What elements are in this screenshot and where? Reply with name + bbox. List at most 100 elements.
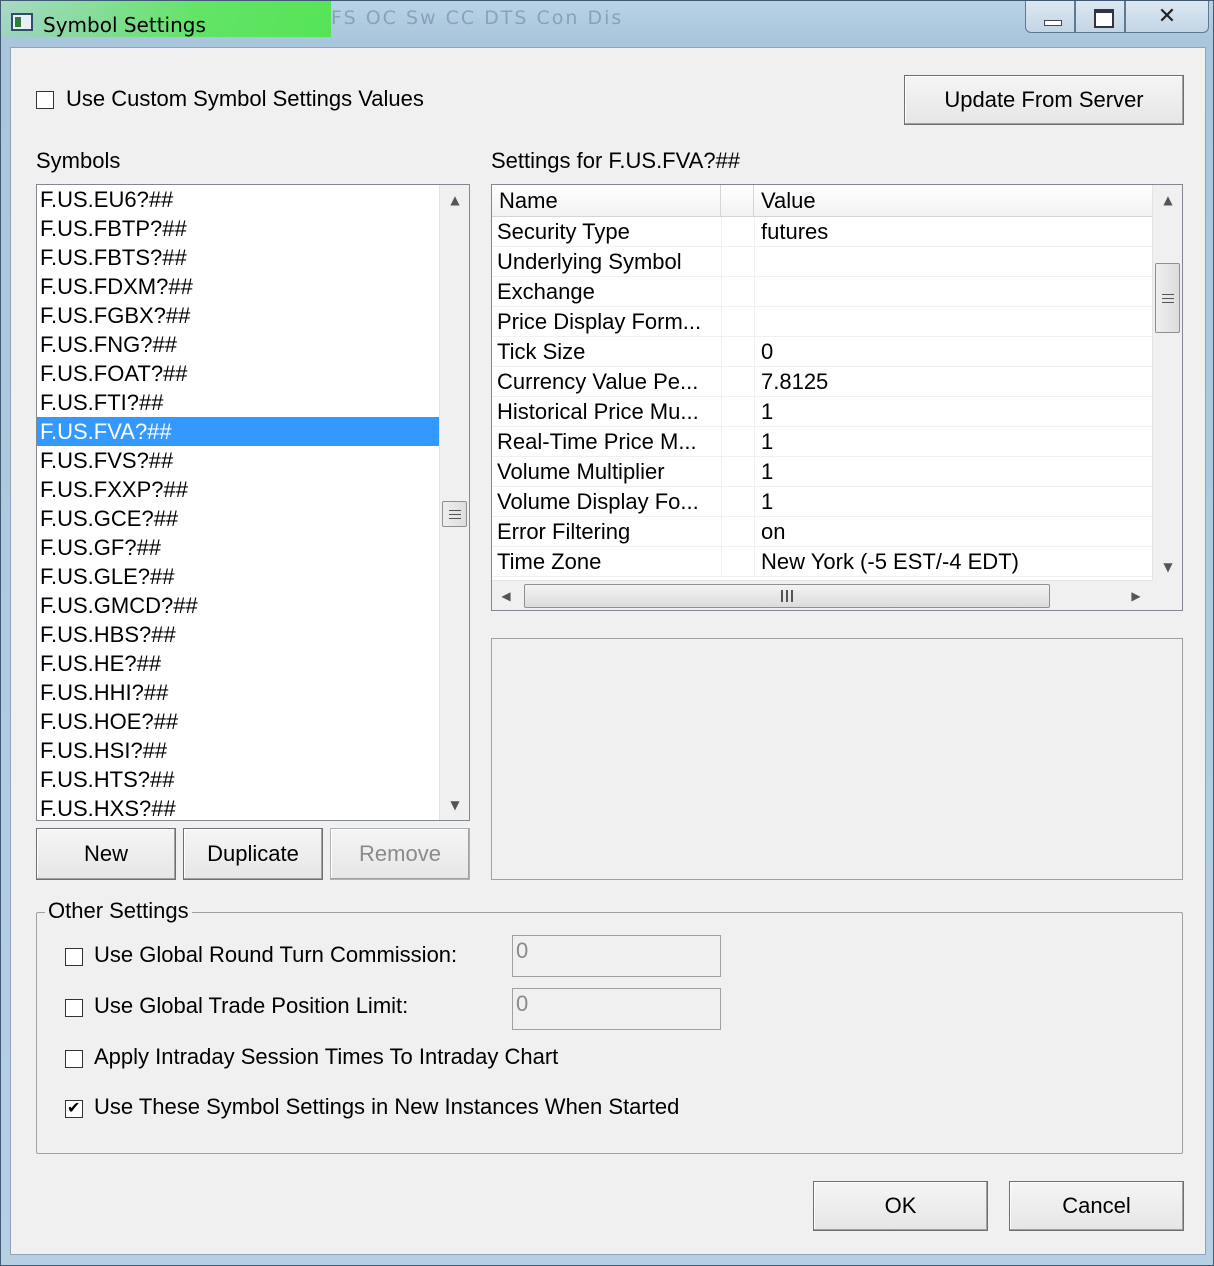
property-name: Historical Price Mu...: [497, 399, 699, 424]
ok-button[interactable]: OK: [813, 1181, 988, 1231]
symbols-vertical-scrollbar[interactable]: ▲ ▼: [439, 185, 469, 820]
minimize-button[interactable]: [1025, 1, 1075, 33]
table-row[interactable]: Security Type futures: [492, 217, 1152, 247]
new-instances-label[interactable]: Use These Symbol Settings in New Instanc…: [94, 1094, 679, 1120]
scroll-thumb[interactable]: [442, 501, 467, 527]
list-item[interactable]: F.US.HBS?##: [37, 620, 439, 649]
scroll-right-icon[interactable]: ▶: [1122, 583, 1150, 609]
property-value[interactable]: New York (-5 EST/-4 EDT): [761, 547, 1019, 577]
list-item[interactable]: F.US.FVA?##: [37, 417, 439, 446]
use-custom-label[interactable]: Use Custom Symbol Settings Values: [66, 86, 424, 112]
list-item[interactable]: F.US.FDXM?##: [37, 272, 439, 301]
use-custom-checkbox[interactable]: [36, 91, 54, 109]
remove-button[interactable]: Remove: [330, 828, 470, 880]
spacer-column-header: [721, 185, 754, 217]
close-button[interactable]: ✕: [1125, 1, 1209, 33]
round-turn-label[interactable]: Use Global Round Turn Commission:: [94, 942, 457, 968]
position-limit-checkbox[interactable]: [65, 999, 83, 1017]
property-name: Time Zone: [497, 549, 602, 574]
property-name: Error Filtering: [497, 519, 631, 544]
list-item[interactable]: F.US.FOAT?##: [37, 359, 439, 388]
other-settings-title: Other Settings: [45, 898, 192, 924]
position-limit-label[interactable]: Use Global Trade Position Limit:: [94, 993, 408, 1019]
list-item[interactable]: F.US.GF?##: [37, 533, 439, 562]
property-value[interactable]: 1: [761, 397, 773, 427]
table-row[interactable]: Historical Price Mu... 1: [492, 397, 1152, 427]
name-column-header[interactable]: Name: [492, 185, 721, 217]
property-name: Volume Display Fo...: [497, 489, 699, 514]
property-value[interactable]: on: [761, 517, 785, 547]
list-item[interactable]: F.US.FBTS?##: [37, 243, 439, 272]
table-row[interactable]: Error Filtering on: [492, 517, 1152, 547]
list-item[interactable]: F.US.GLE?##: [37, 562, 439, 591]
round-turn-checkbox[interactable]: [65, 948, 83, 966]
list-item[interactable]: F.US.EU6?##: [37, 185, 439, 214]
table-row[interactable]: Currency Value Pe... 7.8125: [492, 367, 1152, 397]
table-row[interactable]: Real-Time Price M... 1: [492, 427, 1152, 457]
property-value[interactable]: 1: [761, 457, 773, 487]
update-from-server-button[interactable]: Update From Server: [904, 75, 1184, 125]
scroll-left-icon[interactable]: ◀: [492, 583, 520, 609]
settings-heading: Settings for F.US.FVA?##: [491, 148, 741, 173]
list-item[interactable]: F.US.FVS?##: [37, 446, 439, 475]
scroll-up-arrow-icon[interactable]: ▲: [440, 187, 469, 213]
property-name: Tick Size: [497, 339, 586, 364]
new-button[interactable]: New: [36, 828, 176, 880]
list-item[interactable]: F.US.HOE?##: [37, 707, 439, 736]
grid-scroll-thumb[interactable]: [1155, 263, 1180, 333]
title-bar[interactable]: FS OC Sw CC DTS Con Dis Symbol Settings …: [1, 1, 1214, 45]
property-value[interactable]: 0: [761, 337, 773, 367]
list-item[interactable]: F.US.FBTP?##: [37, 214, 439, 243]
property-value[interactable]: 1: [761, 427, 773, 457]
table-row[interactable]: Exchange: [492, 277, 1152, 307]
table-row[interactable]: Underlying Symbol: [492, 247, 1152, 277]
list-item[interactable]: F.US.HSI?##: [37, 736, 439, 765]
list-item[interactable]: F.US.HHI?##: [37, 678, 439, 707]
round-turn-field[interactable]: 0: [512, 935, 721, 977]
close-icon: ✕: [1157, 3, 1177, 28]
property-value[interactable]: futures: [761, 217, 828, 247]
table-row[interactable]: Price Display Form...: [492, 307, 1152, 337]
horizontal-scroll-thumb[interactable]: [524, 584, 1050, 608]
symbol-settings-window: FS OC Sw CC DTS Con Dis Symbol Settings …: [0, 0, 1214, 1266]
value-column-header[interactable]: Value: [754, 185, 1152, 217]
settings-property-grid[interactable]: Name Value Security Type futures Underlyin…: [491, 184, 1183, 611]
position-limit-field[interactable]: 0: [512, 988, 721, 1030]
property-name: Underlying Symbol: [497, 249, 682, 274]
session-times-label[interactable]: Apply Intraday Session Times To Intraday…: [94, 1044, 558, 1070]
cancel-button[interactable]: Cancel: [1009, 1181, 1184, 1231]
list-item[interactable]: F.US.HE?##: [37, 649, 439, 678]
list-item[interactable]: F.US.GCE?##: [37, 504, 439, 533]
app-icon: [11, 13, 33, 31]
new-instances-checkbox[interactable]: [65, 1098, 83, 1118]
list-item[interactable]: F.US.FGBX?##: [37, 301, 439, 330]
list-item[interactable]: F.US.HTS?##: [37, 765, 439, 794]
property-name: Price Display Form...: [497, 309, 702, 334]
list-item[interactable]: F.US.FNG?##: [37, 330, 439, 359]
table-row[interactable]: Tick Size 0: [492, 337, 1152, 367]
symbols-listbox[interactable]: F.US.EU6?## F.US.FBTP?## F.US.FBTS?## F.US.…: [36, 184, 470, 821]
other-settings-group: Other Settings Use Global Round Turn Com…: [36, 898, 1183, 1154]
table-row[interactable]: Volume Display Fo... 1: [492, 487, 1152, 517]
grid-vertical-scrollbar[interactable]: ▲ ▼: [1152, 185, 1182, 580]
session-times-checkbox[interactable]: [65, 1050, 83, 1068]
table-row[interactable]: Volume Multiplier 1: [492, 457, 1152, 487]
property-value[interactable]: 7.8125: [761, 367, 828, 397]
property-name: Volume Multiplier: [497, 459, 665, 484]
symbols-heading: Symbols: [36, 148, 121, 173]
list-item[interactable]: F.US.FXXP?##: [37, 475, 439, 504]
grid-scroll-up-icon[interactable]: ▲: [1153, 187, 1182, 213]
window-title: Symbol Settings: [43, 13, 206, 37]
property-value[interactable]: 1: [761, 487, 773, 517]
list-item[interactable]: F.US.FTI?##: [37, 388, 439, 417]
grid-horizontal-scrollbar[interactable]: ◀ ▶: [492, 580, 1152, 610]
table-row[interactable]: Time Zone New York (-5 EST/-4 EDT): [492, 547, 1152, 577]
grid-header: Name Value: [492, 185, 1152, 217]
maximize-button[interactable]: [1075, 1, 1125, 33]
duplicate-button[interactable]: Duplicate: [183, 828, 323, 880]
grid-scroll-down-icon[interactable]: ▼: [1153, 554, 1182, 580]
list-item[interactable]: F.US.HXS?##: [37, 794, 439, 820]
scroll-down-arrow-icon[interactable]: ▼: [440, 792, 469, 818]
property-name: Exchange: [497, 279, 595, 304]
list-item[interactable]: F.US.GMCD?##: [37, 591, 439, 620]
